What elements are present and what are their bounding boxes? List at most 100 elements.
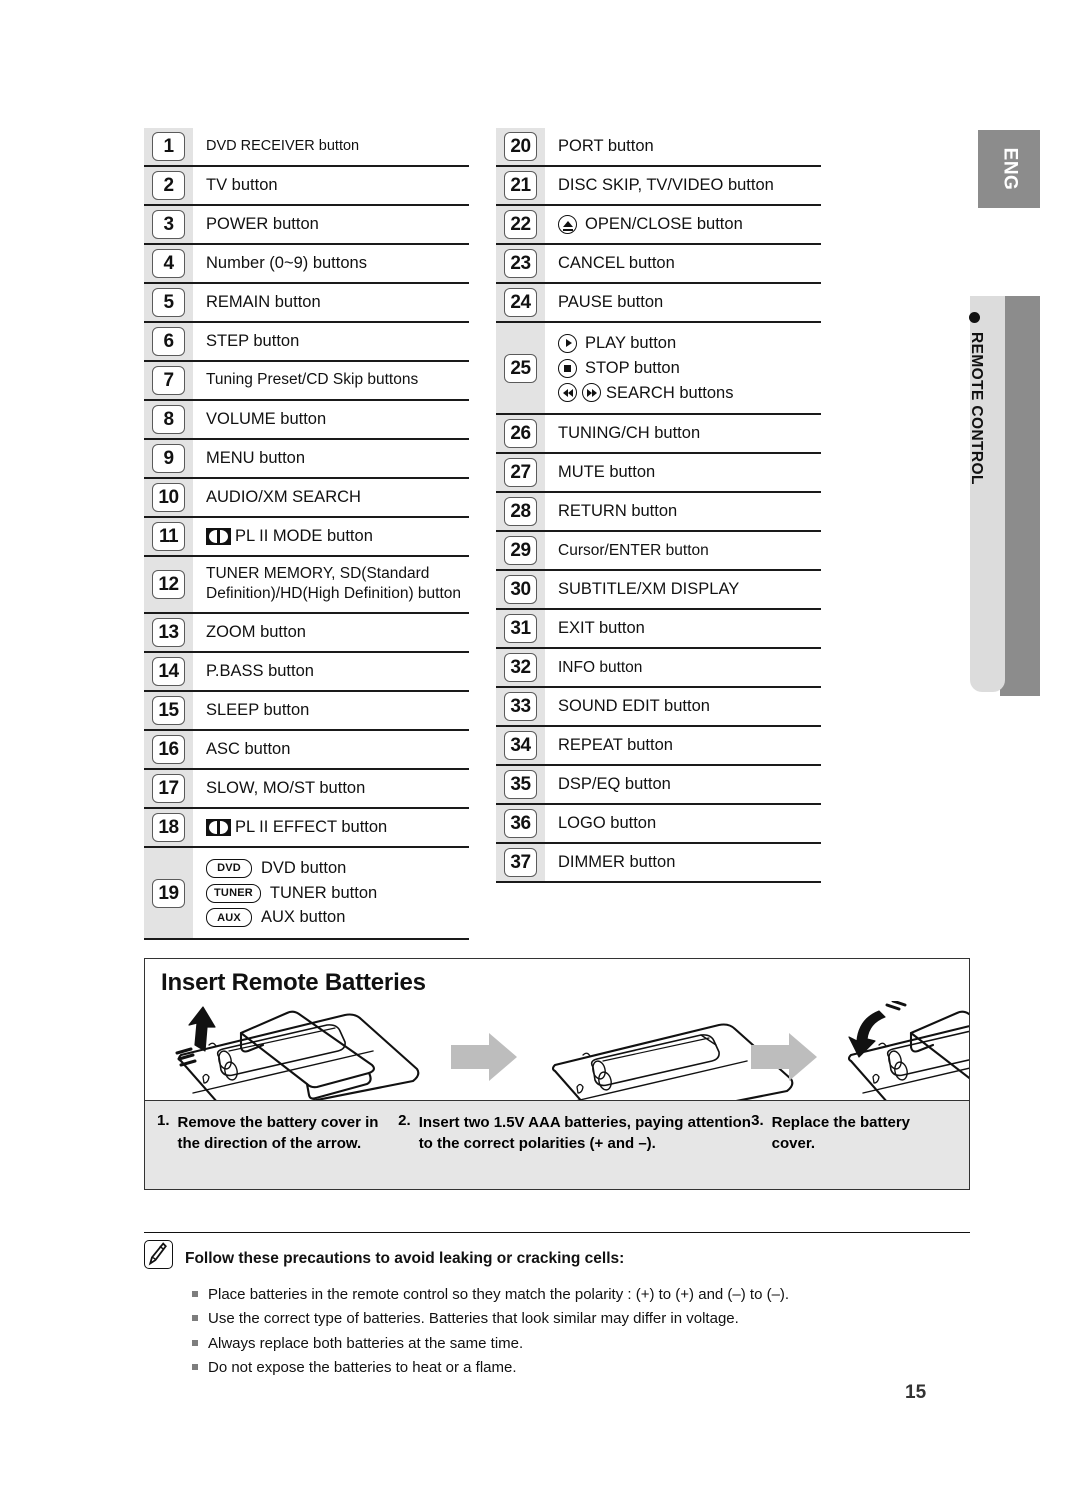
row-sub-item: AUX AUX button (206, 905, 469, 930)
row-number-badge: 35 (504, 770, 537, 800)
battery-step-2-number: 2. (398, 1112, 411, 1129)
precautions-note: Follow these precautions to avoid leakin… (144, 1232, 970, 1380)
precaution-text: Use the correct type of batteries. Batte… (208, 1310, 739, 1328)
row-number-badge: 27 (504, 458, 537, 488)
row-number-cell: 5 (144, 284, 193, 321)
battery-step-3-number: 3. (751, 1112, 764, 1129)
button-list-row: 19 DVD DVD button TUNER TUNER button AUX AUX b… (144, 847, 469, 941)
row-description-label: PL II MODE button (235, 526, 373, 545)
row-sub-item-label: STOP button (585, 358, 680, 377)
row-number-cell: 35 (496, 766, 545, 804)
row-description-label: TUNER MEMORY, SD(Standard Definition)/HD… (206, 565, 462, 603)
row-number-cell: 12 (144, 557, 193, 612)
button-list-row: 29 Cursor/ENTER button (496, 532, 821, 572)
button-list-row: 21 DISC SKIP, TV/VIDEO button (496, 167, 821, 206)
row-number-badge: 33 (504, 692, 537, 722)
button-list-row: 34 REPEAT button (496, 727, 821, 767)
row-description-cell: Tuning Preset/CD Skip buttons (193, 362, 469, 399)
row-number-cell: 20 (496, 128, 545, 165)
stop-icon (558, 358, 577, 378)
battery-steps-strip: 1. Remove the battery cover in the direc… (145, 1100, 969, 1189)
row-description-cell: TUNING/CH button (545, 415, 821, 452)
button-list-row: 7 Tuning Preset/CD Skip buttons (144, 362, 469, 401)
row-number-cell: 36 (496, 805, 545, 843)
row-description-label: OPEN/CLOSE button (585, 214, 743, 233)
row-number-cell: 8 (144, 401, 193, 438)
row-description-label: Number (0~9) buttons (206, 253, 367, 272)
eject-icon (558, 215, 577, 234)
button-list-row: 24 PAUSE button (496, 284, 821, 323)
row-description-cell: ASC button (193, 731, 469, 768)
button-list-row: 27 MUTE button (496, 454, 821, 494)
row-number-badge: 31 (504, 614, 537, 644)
row-description-cell: P.BASS button (193, 653, 469, 690)
language-tab-label: ENG (999, 147, 1020, 191)
row-description-cell: Number (0~9) buttons (193, 245, 469, 282)
row-number-badge: 1 (152, 132, 185, 161)
row-description-cell: PORT button (545, 128, 821, 165)
row-number-badge: 16 (152, 734, 185, 764)
row-description-cell: REPEAT button (545, 727, 821, 764)
row-number-badge: 5 (152, 288, 185, 317)
row-description-cell: ZOOM button (193, 614, 469, 651)
row-sub-item: STOP button (558, 356, 821, 381)
row-description-cell: PL II MODE button (193, 518, 469, 555)
button-list-row: 33 SOUND EDIT button (496, 688, 821, 728)
row-description-label: LOGO button (558, 813, 657, 832)
button-list-row: 25 PLAY button STOP button SEARCH buttons (496, 323, 821, 416)
bullet-icon (192, 1315, 198, 1322)
button-list-row: 31 EXIT button (496, 610, 821, 650)
button-list-row: 5 REMAIN button (144, 284, 469, 323)
row-description-label: ZOOM button (206, 622, 306, 641)
button-list-row: 20 PORT button (496, 128, 821, 167)
row-number-badge: 30 (504, 575, 537, 605)
row-description-cell: Cursor/ENTER button (545, 532, 821, 569)
row-number-cell: 29 (496, 532, 545, 570)
insert-batteries-panel: Insert Remote Batteries 1. Remove the ba… (144, 958, 970, 1190)
row-number-cell: 7 (144, 362, 193, 399)
bullet-icon (192, 1339, 198, 1346)
button-list-row: 9 MENU button (144, 440, 469, 479)
row-number-badge: 22 (504, 210, 537, 239)
button-list-row: 3 POWER button (144, 206, 469, 245)
row-number-cell: 14 (144, 652, 193, 690)
row-description-label: SLOW, MO/ST button (206, 778, 366, 797)
button-list-right-column: 20 PORT button 21 DISC SKIP, TV/VIDEO butto… (496, 128, 821, 884)
row-description-label: DSP/EQ button (558, 774, 671, 793)
row-sub-item-label: AUX button (261, 908, 346, 927)
row-description-cell: MENU button (193, 440, 469, 477)
row-number-cell: 17 (144, 769, 193, 807)
source-pill-label: DVD (206, 858, 252, 878)
row-number-cell: 6 (144, 323, 193, 360)
row-description-label: MUTE button (558, 462, 656, 481)
precaution-item: Always replace both batteries at the sam… (192, 1332, 970, 1356)
row-description-cell: LOGO button (545, 805, 821, 842)
section-tab-backing (1000, 296, 1040, 696)
row-description-cell: STEP button (193, 323, 469, 360)
row-description-cell: SOUND EDIT button (545, 688, 821, 725)
button-list-row: 8 VOLUME button (144, 401, 469, 440)
row-number-cell: 1 (144, 128, 193, 165)
row-description-cell: DSP/EQ button (545, 766, 821, 803)
section-bullet-icon (969, 312, 981, 323)
row-description-label: PORT button (558, 136, 654, 155)
row-number-badge: 8 (152, 405, 185, 434)
row-description-label: PL II EFFECT button (235, 817, 388, 836)
row-number-badge: 11 (152, 522, 185, 551)
rewind-icon (558, 383, 577, 403)
precaution-item: Do not expose the batteries to heat or a… (192, 1356, 970, 1380)
row-description-label: DIMMER button (558, 852, 676, 871)
row-number-badge: 18 (152, 812, 185, 842)
row-number-cell: 21 (496, 167, 545, 204)
row-description-cell: DVD RECEIVER button (193, 128, 469, 165)
row-number-cell: 23 (496, 245, 545, 282)
button-list-row: 13 ZOOM button (144, 613, 469, 653)
button-list-row: 28 RETURN button (496, 493, 821, 533)
search-icons-group (558, 383, 606, 403)
row-number-cell: 19 (144, 847, 193, 939)
row-description-label: Tuning Preset/CD Skip buttons (206, 371, 419, 389)
row-description-label: SLEEP button (206, 700, 310, 719)
button-list-row: 17 SLOW, MO/ST button (144, 769, 469, 809)
button-list-row: 22 OPEN/CLOSE button (496, 206, 821, 245)
button-list-row: 4 Number (0~9) buttons (144, 245, 469, 284)
